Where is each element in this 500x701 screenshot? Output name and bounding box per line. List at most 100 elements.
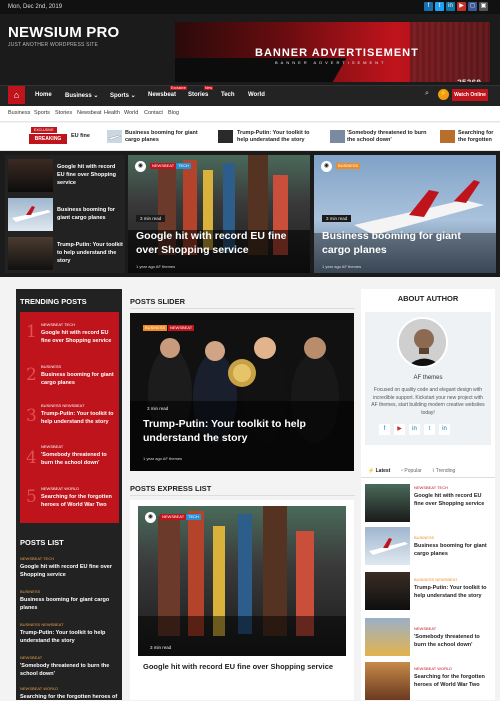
category-tag[interactable]: NEWSBEAT bbox=[168, 325, 195, 331]
subnav-business[interactable]: Business bbox=[8, 110, 30, 116]
list-item[interactable]: Business booming for giant cargo planes bbox=[8, 196, 124, 233]
category-tag[interactable]: BUSINESS bbox=[41, 364, 61, 369]
banner-advertisement[interactable]: BANNER ADVERTISEMENT BANNER ADVERTISEMEN… bbox=[175, 22, 490, 82]
linkedin-icon[interactable]: in bbox=[446, 2, 455, 11]
nav-newsbeat[interactable]: Newsbeat bbox=[148, 92, 176, 98]
list-item-title[interactable]: Trump-Putin: Your toolkit to help unders… bbox=[414, 584, 492, 600]
breaking-news-label: BREAKING NEWS bbox=[29, 134, 67, 152]
list-thumb bbox=[365, 484, 410, 522]
nav-home[interactable]: Home bbox=[35, 92, 52, 98]
linkedin-icon[interactable]: in bbox=[409, 424, 420, 435]
youtube-icon[interactable]: ▶ bbox=[394, 424, 405, 435]
nav-sports[interactable]: Sports ⌄ bbox=[110, 92, 136, 99]
subnav-newsbeat[interactable]: Newsbeat bbox=[77, 110, 101, 116]
tab-popular[interactable]: ◔ Popular bbox=[400, 468, 422, 474]
trending-title[interactable]: Searching for the forgotten heroes of Wo… bbox=[41, 493, 116, 509]
trending-title[interactable]: Google hit with record EU fine over Shop… bbox=[41, 329, 116, 345]
subnav-blog[interactable]: Blog bbox=[168, 110, 179, 116]
category-tag[interactable]: BUSINESS bbox=[20, 589, 40, 594]
post-meta: 1 year ago AF themes bbox=[322, 264, 362, 269]
nav-stories[interactable]: Stories bbox=[188, 92, 208, 98]
twitter-icon[interactable]: t bbox=[435, 2, 444, 11]
post-title[interactable]: 'Somebody threatened to burn the school … bbox=[20, 662, 120, 678]
category-tag[interactable]: NEWSBEAT WORLD bbox=[414, 666, 452, 671]
linkedin-icon-2[interactable]: in bbox=[439, 424, 450, 435]
breaking-item[interactable]: Trump-Putin: Your toolkit to help unders… bbox=[237, 130, 319, 144]
social-icon-6[interactable]: ▣ bbox=[479, 2, 488, 11]
express-card[interactable]: ◉ NEWSBEAT TECH 3 min read Google hit wi… bbox=[130, 500, 354, 700]
about-author-heading: ABOUT AUTHOR bbox=[397, 294, 459, 303]
category-tag[interactable]: BUSINESS NEWSBEAT bbox=[414, 577, 458, 582]
list-item[interactable]: Google hit with record EU fine over Shop… bbox=[8, 157, 124, 194]
watch-online-button[interactable]: Watch Online bbox=[452, 89, 488, 101]
facebook-icon[interactable]: f bbox=[379, 424, 390, 435]
subnav-world[interactable]: World bbox=[124, 110, 138, 116]
nav-world[interactable]: World bbox=[248, 92, 265, 98]
list-item-title[interactable]: 'Somebody threatened to burn the school … bbox=[414, 633, 492, 649]
breaking-item[interactable]: Business booming for giant cargo planes bbox=[125, 130, 205, 144]
rank-number: 1 bbox=[26, 322, 37, 342]
category-tag[interactable]: BUSINESS NEWSBEAT bbox=[20, 622, 64, 627]
trending-title[interactable]: Trump-Putin: Your toolkit to help unders… bbox=[41, 410, 116, 426]
list-item-title[interactable]: Searching for the forgotten heroes of Wo… bbox=[414, 673, 492, 689]
site-logo[interactable]: NEWSIUM PRO bbox=[8, 24, 119, 41]
featured-card[interactable]: ◉ BUSINESS 3 min read Business booming f… bbox=[314, 155, 496, 273]
list-item-title: Trump-Putin: Your toolkit to help unders… bbox=[57, 242, 123, 264]
author-description: Focused on quality code and elegant desi… bbox=[371, 387, 485, 416]
category-tag[interactable]: NEWSBEAT WORLD bbox=[20, 686, 58, 691]
list-item[interactable]: Trump-Putin: Your toolkit to help unders… bbox=[8, 235, 124, 272]
list-item-title[interactable]: Business booming for giant cargo planes bbox=[414, 542, 492, 558]
category-tag[interactable]: NEWSBEAT TECH bbox=[41, 322, 75, 327]
featured-card[interactable]: ◉ NEWSBEAT TECH 3 min read Google hit wi… bbox=[128, 155, 310, 273]
list-thumb bbox=[365, 572, 410, 610]
breaking-item[interactable]: EU fine bbox=[71, 133, 90, 140]
breaking-item[interactable]: 'Somebody threatened to burn the school … bbox=[347, 130, 432, 144]
post-title[interactable]: Google hit with record EU fine over Shop… bbox=[20, 563, 120, 579]
home-icon[interactable]: ⌂ bbox=[8, 86, 25, 104]
trending-title[interactable]: 'Somebody threatened to burn the school … bbox=[41, 451, 116, 467]
social-icon-5[interactable]: ◻ bbox=[468, 2, 477, 11]
camera-icon: ◉ bbox=[135, 161, 146, 172]
subnav-health[interactable]: Health bbox=[104, 110, 120, 116]
youtube-icon[interactable]: ▶ bbox=[457, 2, 466, 11]
search-icon[interactable]: ⌕ bbox=[425, 90, 429, 98]
category-tag[interactable]: TECH bbox=[176, 163, 191, 169]
post-title[interactable]: Trump-Putin: Your toolkit to help unders… bbox=[20, 629, 120, 645]
category-tag[interactable]: NEWSBEAT TECH bbox=[20, 556, 54, 561]
trending-title[interactable]: Business booming for giant cargo planes bbox=[41, 371, 116, 387]
express-title[interactable]: Google hit with record EU fine over Shop… bbox=[143, 662, 343, 671]
subnav-stories[interactable]: Stories bbox=[55, 110, 72, 116]
facebook-icon[interactable]: f bbox=[424, 2, 433, 11]
bolt-icon[interactable]: ⚡ bbox=[438, 89, 449, 100]
subnav-contact[interactable]: Contact bbox=[144, 110, 163, 116]
category-tag[interactable]: NEWSBEAT WORLD bbox=[41, 486, 79, 491]
slider-card[interactable]: BUSINESS NEWSBEAT 3 min read Trump-Putin… bbox=[130, 313, 354, 471]
breaking-item[interactable]: Searching for the forgotten heroes of Wo… bbox=[458, 130, 500, 144]
tab-latest[interactable]: ⚡ Latest bbox=[368, 468, 390, 474]
category-tag[interactable]: BUSINESS bbox=[143, 325, 168, 331]
category-tag[interactable]: TECH bbox=[186, 514, 201, 520]
featured-title: Google hit with record EU fine over Shop… bbox=[136, 230, 287, 256]
nav-tech[interactable]: Tech bbox=[221, 92, 235, 98]
list-item-title: Google hit with record EU fine over Shop… bbox=[57, 164, 116, 186]
category-tag[interactable]: NEWSBEAT bbox=[41, 444, 63, 449]
nav-business[interactable]: Business ⌄ bbox=[65, 92, 98, 99]
twitter-icon[interactable]: t bbox=[424, 424, 435, 435]
category-tag[interactable]: NEWSBEAT bbox=[160, 514, 187, 520]
category-tag[interactable]: NEWSBEAT bbox=[150, 163, 177, 169]
category-tag[interactable]: NEWSBEAT bbox=[414, 626, 436, 631]
post-title[interactable]: Business booming for giant cargo planes bbox=[20, 596, 120, 612]
nav-sports-label: Sports bbox=[110, 93, 130, 99]
list-item-title[interactable]: Google hit with record EU fine over Shop… bbox=[414, 492, 492, 508]
tab-popular-label: Popular bbox=[404, 468, 422, 474]
category-tag[interactable]: BUSINESS bbox=[414, 535, 434, 540]
subnav-sports[interactable]: Sports bbox=[34, 110, 50, 116]
category-tag[interactable]: NEWSBEAT TECH bbox=[414, 485, 448, 490]
category-tag[interactable]: BUSINESS NEWSBEAT bbox=[41, 403, 85, 408]
category-tag[interactable]: NEWSBEAT bbox=[20, 655, 42, 660]
category-tag[interactable]: BUSINESS bbox=[336, 163, 361, 169]
list-thumb bbox=[365, 662, 410, 700]
breaking-thumb bbox=[107, 130, 122, 143]
list-thumb bbox=[8, 198, 53, 231]
tab-trending[interactable]: ⌇ Trending bbox=[432, 468, 455, 474]
